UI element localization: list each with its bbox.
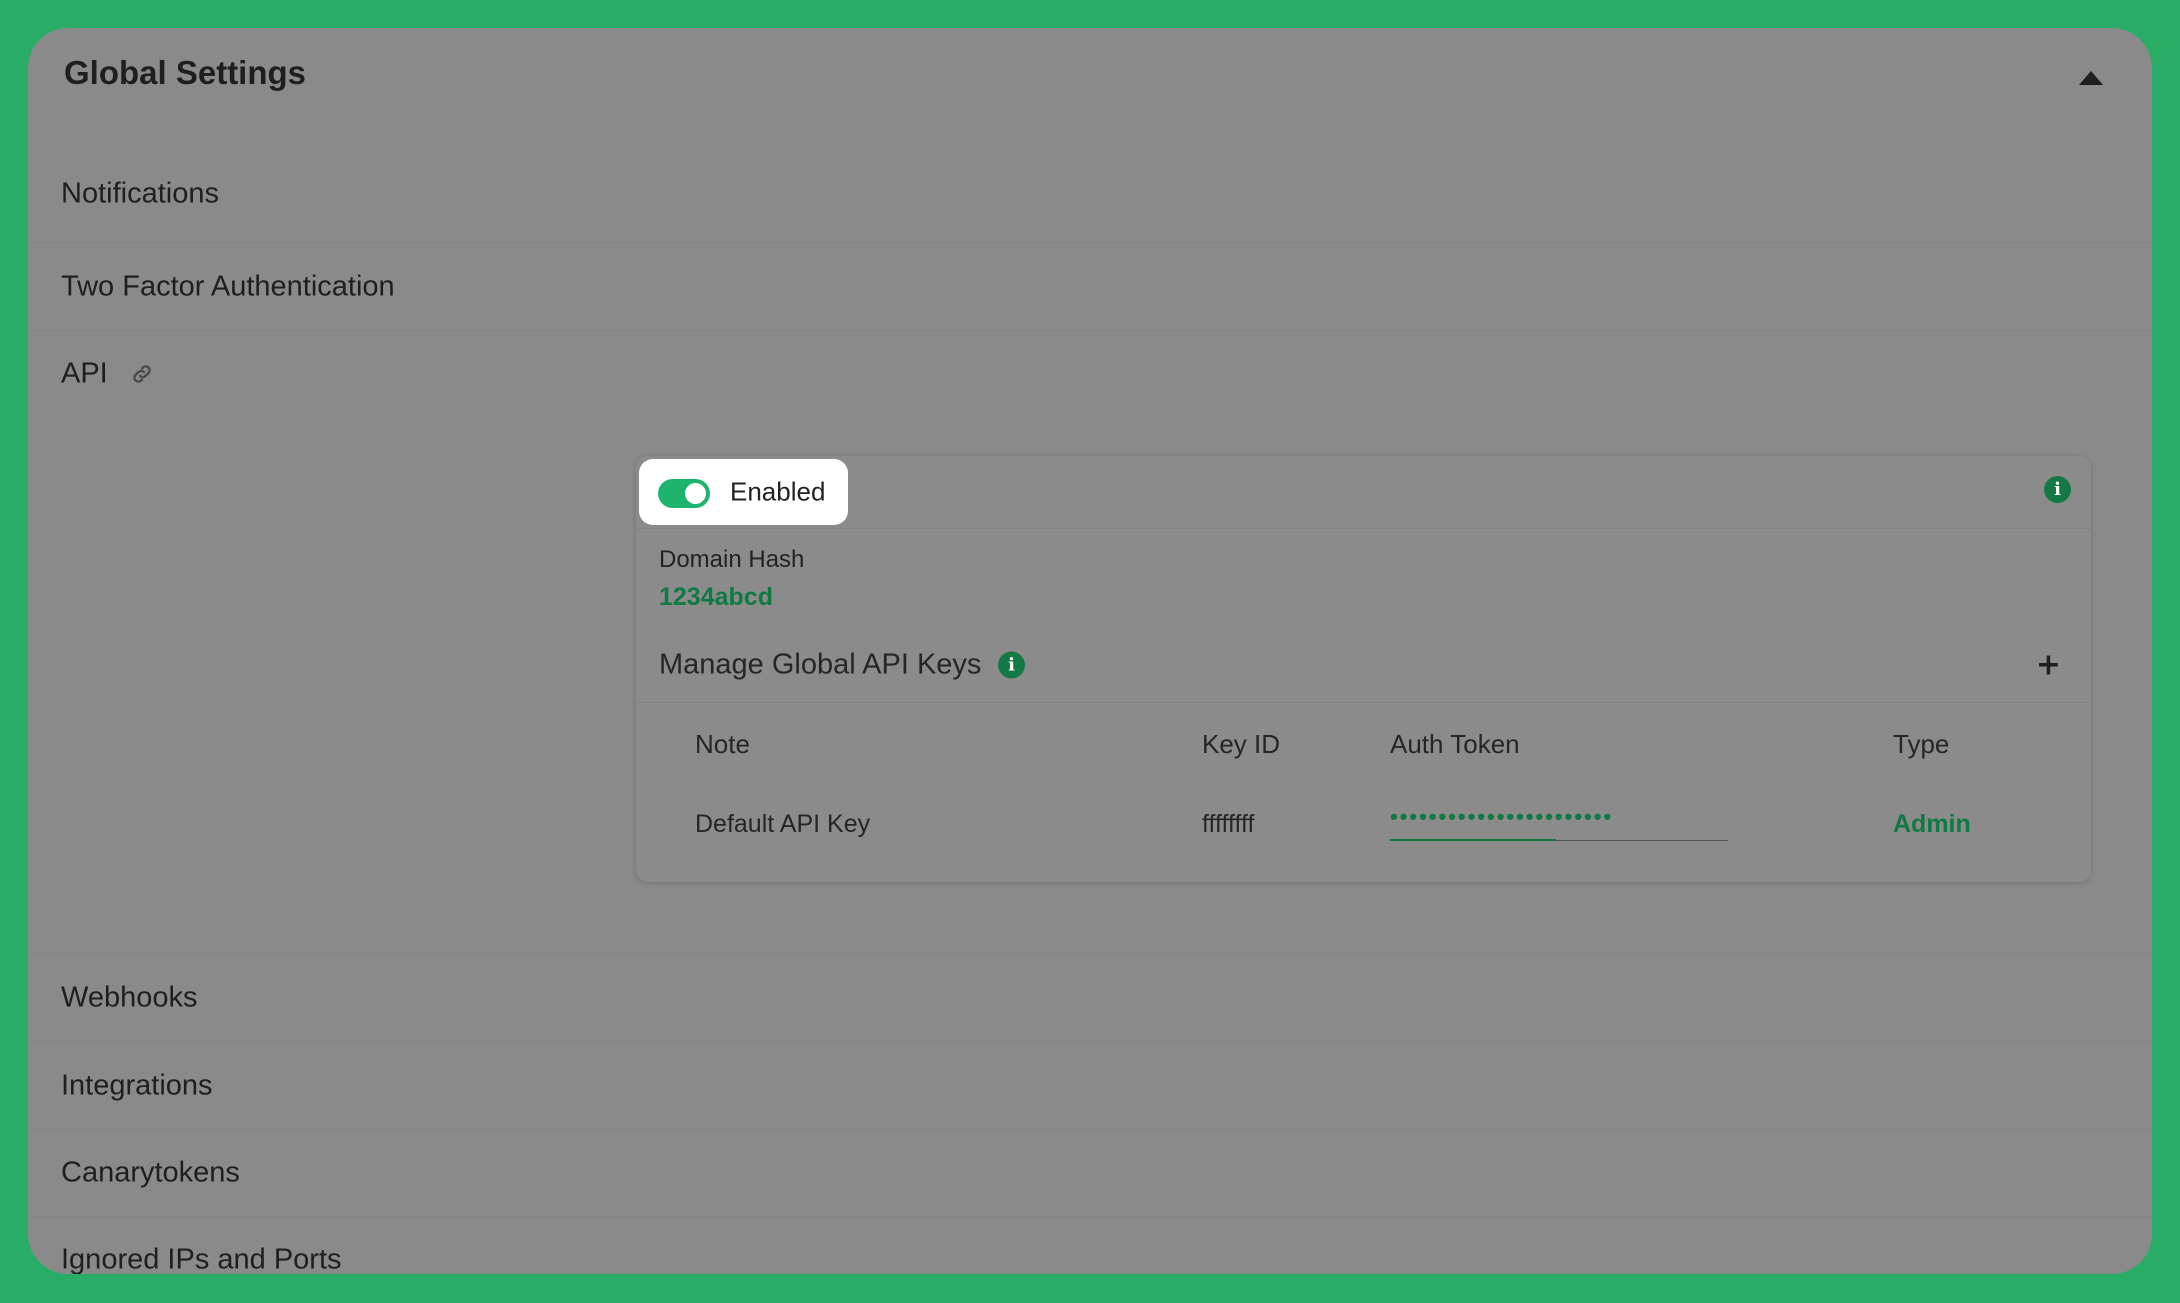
toggle-label: Enabled [730,476,826,507]
domain-hash-label: Domain Hash [659,546,805,573]
toggle-knob [685,483,706,504]
page-title: Global Settings [64,54,307,91]
section-notifications[interactable]: Notifications [28,146,2152,243]
column-header-type: Type [1893,729,1950,759]
key-type-badge: Admin [1893,810,1971,838]
token-focus-underline [1390,839,1556,841]
section-api[interactable]: API [28,331,2152,417]
section-two-factor[interactable]: Two Factor Authentication [28,243,2152,331]
info-icon[interactable]: i [998,651,1025,679]
column-header-auth-token: Auth Token [1390,729,1520,759]
add-key-button[interactable]: + [2036,648,2061,683]
key-note: Default API Key [695,810,871,838]
section-label: Notifications [61,177,219,210]
panel-header[interactable]: Global Settings [28,28,2152,146]
api-card: Enabled i Domain Hash 1234abcd Manage Gl… [636,456,2091,882]
section-ignored-ips[interactable]: Ignored IPs and Ports [28,1217,2152,1275]
global-settings-panel: Global Settings Notifications Two Factor… [28,28,2152,1274]
column-header-note: Note [695,729,750,759]
manage-keys-header: Manage Global API Keys i + [636,628,2091,703]
auth-token-field[interactable]: ••••••••••••••••••••••• [1390,804,1728,841]
chevron-up-icon[interactable] [2076,66,2106,90]
section-canarytokens[interactable]: Canarytokens [28,1130,2152,1217]
key-id: ffffffff [1202,810,1255,838]
toggle-switch[interactable] [658,479,710,508]
column-header-key-id: Key ID [1202,729,1281,759]
manage-keys-title: Manage Global API Keys [659,648,982,681]
section-webhooks[interactable]: Webhooks [28,954,2152,1042]
domain-hash-value: 1234abcd [659,583,773,611]
api-card-header: Enabled i [636,456,2091,529]
section-label: Two Factor Authentication [61,270,395,302]
api-enabled-toggle[interactable]: Enabled [639,459,848,525]
section-label: Canarytokens [61,1156,240,1189]
link-icon[interactable] [128,360,156,388]
info-icon[interactable]: i [2044,476,2071,503]
section-label: Ignored IPs and Ports [61,1243,342,1275]
section-label: Webhooks [61,981,198,1013]
section-integrations[interactable]: Integrations [28,1042,2152,1130]
section-label: API [61,357,108,390]
section-label: Integrations [61,1069,213,1101]
api-section-content: Enabled i Domain Hash 1234abcd Manage Gl… [28,418,2152,954]
